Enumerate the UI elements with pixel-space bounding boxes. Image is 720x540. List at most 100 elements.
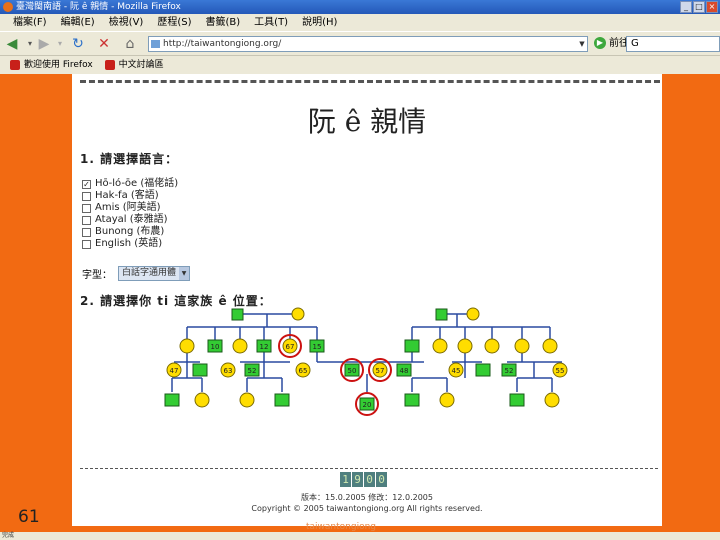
language-option[interactable]: Bunong (布農)	[82, 226, 178, 238]
menu-view[interactable]: 檢視(V)	[102, 14, 151, 31]
menu-edit[interactable]: 編輯(E)	[54, 14, 102, 31]
female-node[interactable]	[542, 338, 558, 354]
language-label: Bunong (布農)	[95, 226, 165, 237]
reload-icon[interactable]: ↻	[70, 36, 86, 52]
language-option[interactable]: ✓ Hō-ló-ōe (福佬話)	[82, 178, 178, 190]
language-option[interactable]: Hak-fa (客語)	[82, 190, 178, 202]
female-node[interactable]	[484, 338, 500, 354]
female-node[interactable]	[457, 338, 473, 354]
menu-help[interactable]: 說明(H)	[295, 14, 344, 31]
menu-tools[interactable]: 工具(T)	[247, 14, 295, 31]
bookmark-label: 歡迎使用 Firefox	[24, 60, 93, 70]
female-node[interactable]	[179, 338, 195, 354]
female-node[interactable]	[466, 307, 480, 321]
node-label: 10	[211, 343, 220, 351]
node-label: 47	[170, 367, 179, 375]
font-row: 字型： 白話字通用體 ▼	[82, 266, 190, 281]
checkbox-checked[interactable]: ✓	[82, 179, 91, 189]
font-select[interactable]: 白話字通用體 ▼	[118, 266, 190, 281]
forward-icon[interactable]: ▶	[36, 36, 52, 52]
node-label: 65	[299, 367, 308, 375]
status-bar: 完成	[0, 532, 720, 540]
language-option[interactable]: Atayal (泰雅語)	[82, 214, 178, 226]
language-label: English (英語)	[95, 238, 163, 249]
forward-dropdown-icon[interactable]: ▾	[52, 36, 68, 52]
footer-copyright: Copyright © 2005 taiwantongiong.org All …	[251, 504, 483, 513]
address-bar[interactable]: http://taiwantongiong.org/	[148, 36, 588, 52]
male-node[interactable]	[404, 339, 420, 353]
node-label: 20	[363, 401, 372, 409]
url-history-dropdown-icon[interactable]: ▼	[577, 37, 587, 51]
counter-digit: 0	[376, 472, 387, 487]
web-page: 阮 ê 親情 1. 請選擇語言： ✓ Hō-ló-ōe (福佬話) Hak-fa…	[72, 74, 662, 526]
title-bar: 臺灣閩南語 - 阮 ê 親情 - Mozilla Firefox _ □ ×	[0, 0, 720, 14]
node-label: 48	[400, 367, 409, 375]
bookmark-label: 中文討論區	[118, 60, 164, 70]
male-node[interactable]	[404, 393, 420, 407]
male-node[interactable]	[435, 308, 448, 321]
counter-digit: 1	[340, 472, 351, 487]
menu-history[interactable]: 歷程(S)	[150, 14, 198, 31]
female-node[interactable]	[544, 392, 560, 408]
menu-file[interactable]: 檔案(F)	[6, 14, 54, 31]
minimize-button[interactable]: _	[680, 1, 692, 13]
female-node[interactable]	[239, 392, 255, 408]
node-label: 63	[224, 367, 233, 375]
url-text: http://taiwantongiong.org/	[163, 39, 282, 49]
language-option[interactable]: English (英語)	[82, 238, 178, 250]
navigation-toolbar: ◀ ▾ ▶ ▾ ↻ ✕ ⌂ http://taiwantongiong.org/…	[0, 31, 720, 55]
checkbox[interactable]	[82, 203, 91, 213]
checkbox[interactable]	[82, 227, 91, 237]
female-node[interactable]	[291, 307, 305, 321]
language-label: Atayal (泰雅語)	[95, 214, 168, 225]
female-node[interactable]	[439, 392, 455, 408]
window-title: 臺灣閩南語 - 阮 ê 親情 - Mozilla Firefox	[16, 2, 181, 12]
page-title: 阮 ê 親情	[307, 105, 427, 138]
firefox-icon	[3, 2, 13, 12]
node-label: 52	[505, 367, 514, 375]
node-label: 57	[376, 367, 385, 375]
bookmark-welcome[interactable]: 歡迎使用 Firefox	[4, 56, 99, 74]
male-node[interactable]	[164, 393, 180, 407]
node-label: 12	[260, 343, 269, 351]
node-label: 45	[452, 367, 461, 375]
dashed-divider	[80, 80, 660, 83]
font-label: 字型：	[82, 270, 112, 281]
female-node[interactable]	[232, 338, 248, 354]
stop-icon[interactable]: ✕	[96, 36, 112, 52]
back-icon[interactable]: ◀	[4, 36, 20, 52]
language-label: Hō-ló-ōe (福佬話)	[95, 178, 179, 189]
node-label: 67	[286, 343, 295, 351]
checkbox[interactable]	[82, 215, 91, 225]
female-node[interactable]	[194, 392, 210, 408]
menu-bookmarks[interactable]: 書籤(B)	[199, 14, 248, 31]
female-node[interactable]	[514, 338, 530, 354]
counter-digit: 0	[364, 472, 375, 487]
dashed-divider	[80, 468, 658, 469]
checkbox[interactable]	[82, 191, 91, 201]
male-node[interactable]	[274, 393, 290, 407]
language-label: Amis (阿美語)	[95, 202, 161, 213]
male-node[interactable]	[475, 363, 491, 377]
bookmark-forum[interactable]: 中文討論區	[99, 56, 170, 74]
window-controls: _ □ ×	[680, 1, 718, 13]
page-favicon	[151, 40, 160, 48]
bookmarks-toolbar: 歡迎使用 Firefox 中文討論區	[0, 55, 720, 74]
male-node[interactable]	[509, 393, 525, 407]
status-text: taiwantongiong	[306, 522, 377, 532]
male-node[interactable]	[192, 363, 208, 377]
go-icon[interactable]: ▶	[594, 37, 606, 49]
home-icon[interactable]: ⌂	[122, 36, 138, 52]
maximize-button[interactable]: □	[693, 1, 705, 13]
male-node[interactable]	[231, 308, 244, 321]
chevron-down-icon[interactable]: ▼	[179, 267, 189, 280]
step1-heading: 1. 請選擇語言：	[80, 152, 179, 166]
node-label: 55	[556, 367, 565, 375]
female-node[interactable]	[432, 338, 448, 354]
language-option[interactable]: Amis (阿美語)	[82, 202, 178, 214]
checkbox[interactable]	[82, 239, 91, 249]
language-label: Hak-fa (客語)	[95, 190, 159, 201]
visit-counter: 1 9 0 0	[340, 472, 387, 487]
search-input[interactable]: G	[626, 36, 720, 52]
close-button[interactable]: ×	[706, 1, 718, 13]
